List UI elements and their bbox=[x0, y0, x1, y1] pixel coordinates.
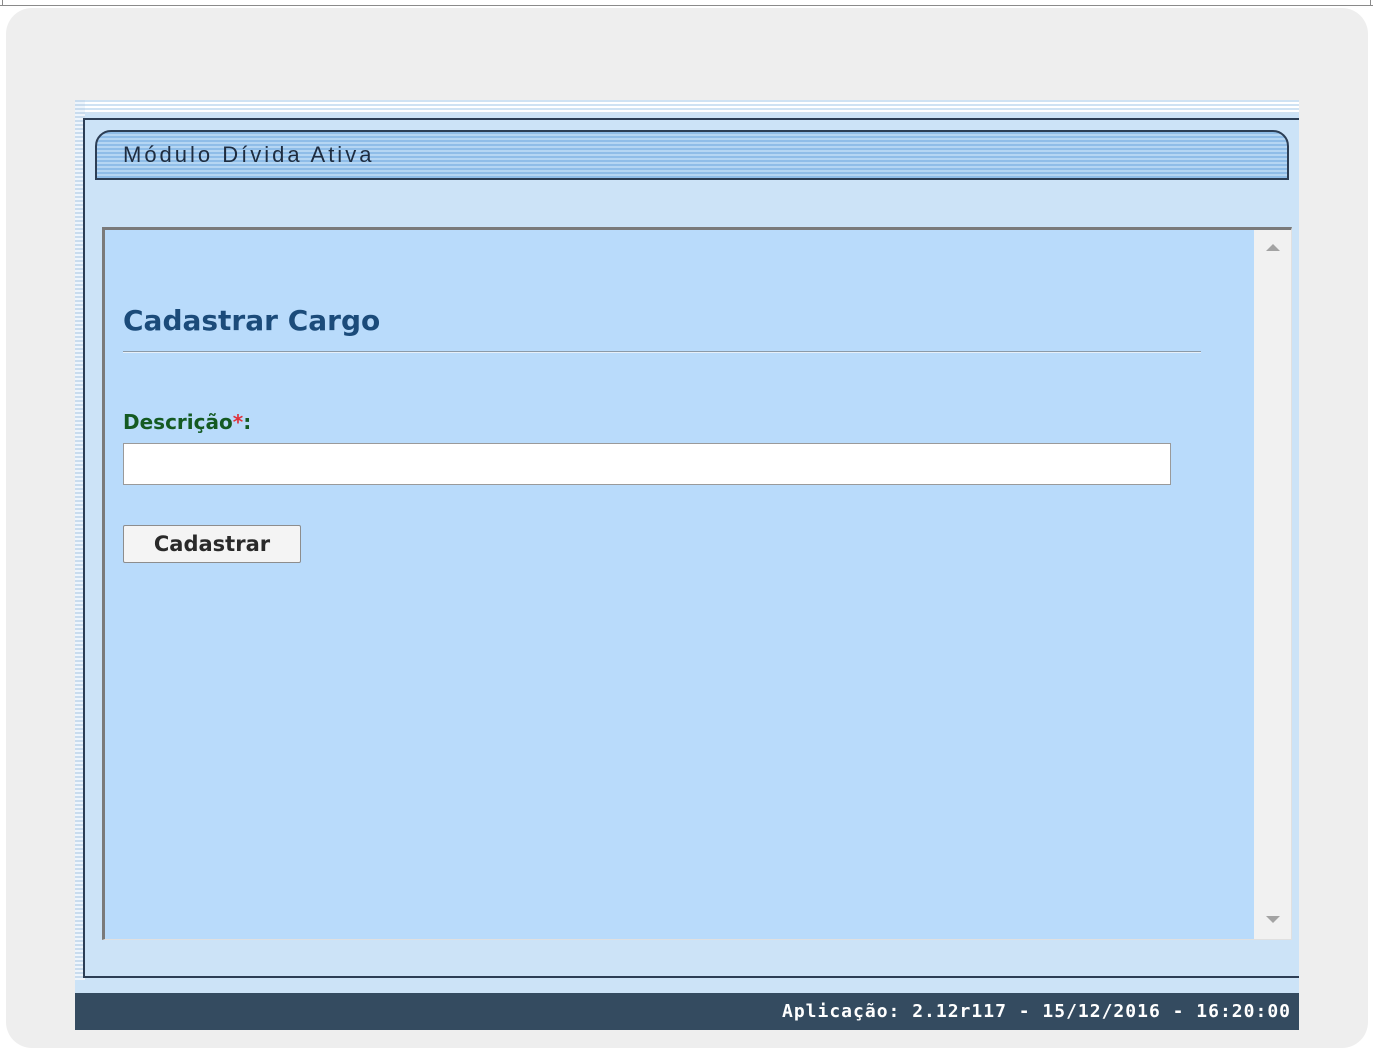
page-title: Cadastrar Cargo bbox=[123, 304, 381, 337]
module-title: Módulo Dívida Ativa bbox=[123, 142, 375, 167]
frame-top-stripes bbox=[75, 100, 1299, 114]
cadastrar-button[interactable]: Cadastrar bbox=[123, 525, 301, 563]
description-label-text: Descrição bbox=[123, 410, 233, 434]
description-label: Descrição*: bbox=[123, 410, 251, 434]
content-panel: Cadastrar Cargo Descrição*: Cadastrar bbox=[102, 227, 1292, 940]
required-marker: * bbox=[232, 410, 244, 434]
title-divider bbox=[123, 351, 1201, 353]
label-suffix: : bbox=[243, 410, 252, 434]
description-input[interactable] bbox=[123, 443, 1171, 485]
module-header: Módulo Dívida Ativa bbox=[95, 130, 1289, 180]
vertical-scrollbar[interactable] bbox=[1254, 230, 1291, 939]
application-version-status: Aplicação: 2.12r117 - 15/12/2016 - 16:20… bbox=[782, 1001, 1291, 1022]
scroll-down-arrow-icon[interactable] bbox=[1266, 916, 1280, 923]
window-top-border bbox=[0, 0, 1373, 6]
status-bar: Aplicação: 2.12r117 - 15/12/2016 - 16:20… bbox=[75, 993, 1299, 1030]
scroll-up-arrow-icon[interactable] bbox=[1266, 244, 1280, 251]
app-frame: Módulo Dívida Ativa Cadastrar Cargo Desc… bbox=[75, 100, 1299, 1030]
